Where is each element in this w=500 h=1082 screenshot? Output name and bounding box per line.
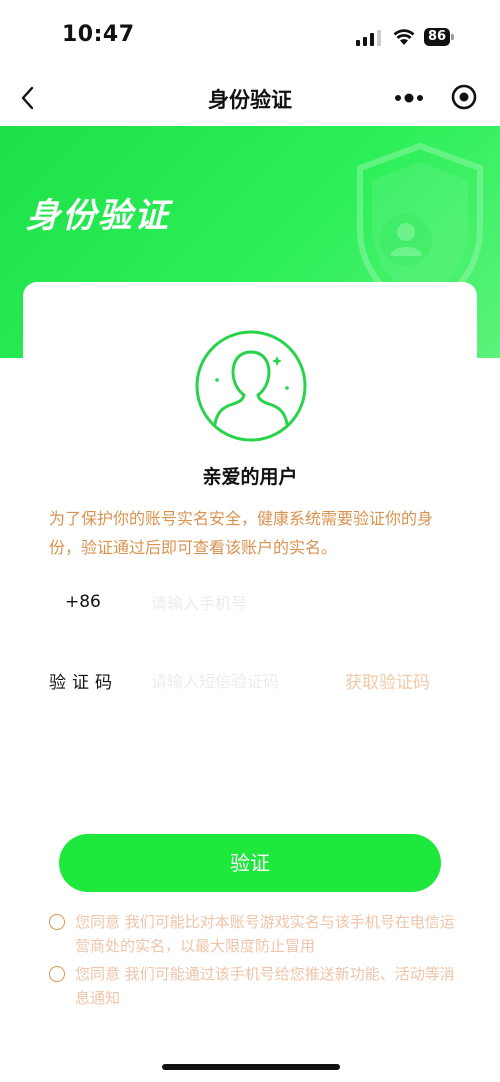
wifi-icon bbox=[393, 29, 415, 45]
code-input[interactable] bbox=[149, 664, 333, 698]
verification-card: 亲爱的用户 为了保护你的账号实名安全，健康系统需要验证你的身份，验证通过后即可查… bbox=[23, 282, 477, 1082]
more-icon[interactable] bbox=[392, 86, 426, 110]
country-code[interactable]: +86 bbox=[65, 592, 101, 612]
code-row: 验证码 获取验证码 bbox=[49, 660, 457, 700]
status-bar: 10:47 86 bbox=[0, 0, 500, 70]
security-notice: 为了保护你的账号实名安全，健康系统需要验证你的身份，验证通过后即可查看该账户的实… bbox=[49, 509, 434, 557]
get-code-button[interactable]: 获取验证码 bbox=[345, 668, 430, 693]
target-icon[interactable] bbox=[450, 83, 478, 111]
nav-bar: 身份验证 bbox=[0, 70, 500, 126]
battery-tip bbox=[451, 34, 454, 40]
verify-button[interactable]: 验证 bbox=[59, 834, 441, 892]
user-avatar-icon bbox=[195, 330, 307, 442]
hero-title: 身份验证 bbox=[26, 196, 170, 236]
code-label: 验证码 bbox=[49, 673, 118, 693]
signal-icon bbox=[356, 30, 381, 46]
agreement-radio[interactable] bbox=[49, 914, 65, 930]
agreement-text: 您同意 我们可能通过该手机号给您推送新功能、活动等消息通知 bbox=[75, 965, 455, 1007]
battery-icon: 86 bbox=[424, 28, 454, 46]
greeting: 亲爱的用户 bbox=[202, 466, 298, 488]
phone-input[interactable] bbox=[149, 586, 433, 620]
home-indicator[interactable] bbox=[162, 1064, 340, 1070]
agreement-text: 您同意 我们可能比对本账号游戏实名与该手机号在电信运营商处的实名，以最大限度防止… bbox=[75, 913, 455, 955]
phone-row: +86 bbox=[49, 582, 457, 622]
agreement-radio[interactable] bbox=[49, 966, 65, 982]
battery-level: 86 bbox=[424, 28, 450, 46]
status-time: 10:47 bbox=[62, 22, 135, 47]
